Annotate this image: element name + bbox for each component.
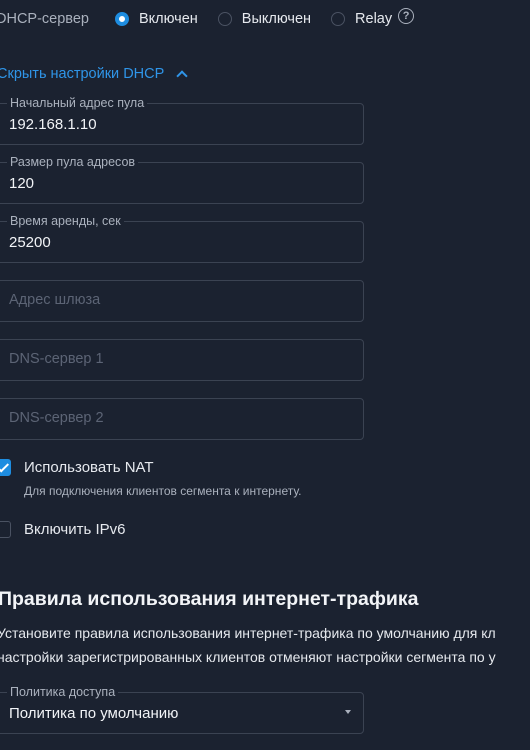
- access-policy-value: Политика по умолчанию: [9, 705, 179, 722]
- radio-dhcp-enabled-label: Включен: [138, 11, 198, 27]
- enable-ipv6-checkbox[interactable]: Включить IPv6: [0, 521, 125, 538]
- lease-time-field[interactable]: Время аренды, сек 25200: [0, 214, 364, 263]
- traffic-rules-description-line1: Установите правила использования интерне…: [0, 625, 496, 641]
- pool-start-label: Начальный адрес пула: [7, 96, 148, 110]
- lease-time-value: 25200: [9, 234, 51, 251]
- dhcp-server-label: DHCP-сервер: [0, 11, 89, 27]
- pool-size-field[interactable]: Размер пула адресов 120: [0, 155, 364, 204]
- pool-size-label: Размер пула адресов: [7, 155, 139, 169]
- access-policy-label: Политика доступа: [7, 685, 119, 699]
- checkbox-checked-icon: [0, 459, 11, 476]
- radio-selected-icon: [114, 12, 129, 26]
- gateway-field[interactable]: Адрес шлюза: [0, 280, 364, 322]
- radio-dhcp-enabled[interactable]: Включен: [114, 11, 198, 27]
- pool-start-field[interactable]: Начальный адрес пула 192.168.1.10: [0, 96, 364, 145]
- radio-unselected-icon: [217, 12, 232, 26]
- radio-dhcp-relay[interactable]: Relay: [331, 11, 392, 27]
- use-nat-label: Использовать NAT: [24, 459, 154, 476]
- hide-dhcp-settings-link[interactable]: Скрыть настройки DHCP: [0, 66, 188, 82]
- hide-dhcp-settings-label: Скрыть настройки DHCP: [0, 66, 165, 82]
- pool-start-value: 192.168.1.10: [9, 116, 97, 133]
- lease-time-label: Время аренды, сек: [7, 214, 124, 228]
- gateway-placeholder: Адрес шлюза: [9, 292, 101, 308]
- enable-ipv6-label: Включить IPv6: [24, 521, 126, 538]
- access-policy-select[interactable]: Политика доступа Политика по умолчанию: [0, 685, 364, 734]
- radio-unselected-icon: [331, 12, 346, 26]
- dns2-field[interactable]: DNS-сервер 2: [0, 398, 364, 440]
- radio-dhcp-disabled-label: Выключен: [241, 11, 312, 27]
- dhcp-server-row: DHCP-сервер Включен Выключен Relay ?: [0, 8, 415, 30]
- help-icon[interactable]: ?: [398, 8, 415, 24]
- traffic-rules-heading: Правила использования интернет-трафика: [0, 588, 419, 610]
- dns1-placeholder: DNS-сервер 1: [9, 351, 104, 367]
- dns1-field[interactable]: DNS-сервер 1: [0, 339, 364, 381]
- radio-dhcp-disabled[interactable]: Выключен: [217, 11, 312, 27]
- use-nat-hint: Для подключения клиентов сегмента к инте…: [24, 484, 302, 498]
- pool-size-value: 120: [9, 175, 35, 192]
- dropdown-arrow-icon: [345, 710, 351, 714]
- checkbox-unchecked-icon: [0, 521, 11, 538]
- chevron-up-icon: [176, 70, 188, 82]
- dns2-placeholder: DNS-сервер 2: [9, 410, 104, 426]
- use-nat-checkbox[interactable]: Использовать NAT: [0, 459, 154, 476]
- traffic-rules-description-line2: настройки зарегистрированных клиентов от…: [0, 649, 496, 665]
- radio-dhcp-relay-label: Relay: [355, 11, 393, 27]
